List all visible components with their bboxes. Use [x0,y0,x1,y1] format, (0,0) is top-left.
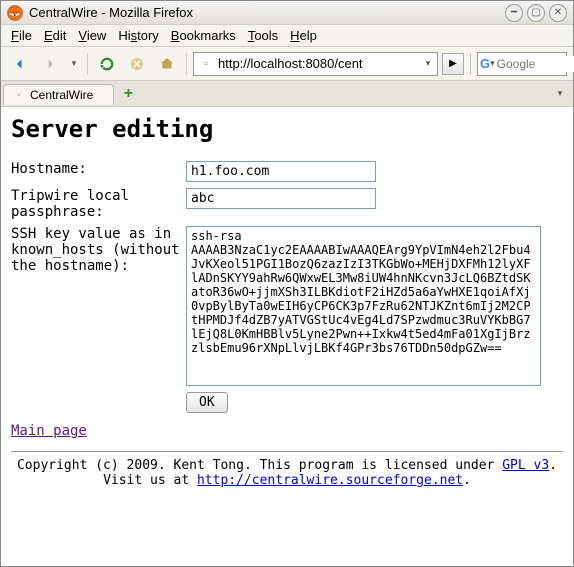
gpl-link[interactable]: GPL v3 [502,458,549,473]
hostname-input[interactable] [186,161,376,182]
ok-button[interactable]: OK [186,392,228,413]
passphrase-input[interactable] [186,188,376,209]
go-button[interactable]: ▶ [442,53,464,75]
back-button[interactable] [7,51,33,77]
separator [470,53,471,75]
site-link[interactable]: http://centralwire.sourceforge.net [197,473,463,488]
separator [186,53,187,75]
page-favicon: ▫ [198,56,214,72]
url-dropdown[interactable]: ▾ [421,58,435,69]
window-title: CentralWire - Mozilla Firefox [29,5,501,20]
menu-history[interactable]: History [114,27,162,44]
sshkey-label: SSH key value as in known_hosts (without… [11,226,186,274]
forward-button[interactable] [37,51,63,77]
menu-help[interactable]: Help [286,27,321,44]
search-box[interactable]: G ▾ [477,52,567,76]
search-input[interactable] [495,56,574,72]
nav-dropdown[interactable]: ▾ [67,58,81,69]
tab-centralwire[interactable]: ▫ CentralWire [3,84,114,105]
titlebar: 🦊 CentralWire - Mozilla Firefox ━ ▢ ✕ [1,1,573,25]
page-title: Server editing [11,115,563,143]
url-input[interactable] [216,56,421,71]
menubar: File Edit View History Bookmarks Tools H… [1,25,573,47]
close-button[interactable]: ✕ [549,4,567,22]
footer: Copyright (c) 2009. Kent Tong. This prog… [11,458,563,488]
toolbar: ▾ ▫ ▾ ▶ G ▾ [1,47,573,81]
page-content: Server editing Hostname: Tripwire local … [1,107,573,566]
home-button[interactable] [154,51,180,77]
menu-tools[interactable]: Tools [244,27,282,44]
menu-view[interactable]: View [74,27,110,44]
hostname-label: Hostname: [11,161,186,177]
firefox-icon: 🦊 [7,5,23,21]
google-icon: G [480,56,490,71]
sshkey-textarea[interactable] [186,226,541,386]
firefox-window: 🦊 CentralWire - Mozilla Firefox ━ ▢ ✕ Fi… [0,0,574,567]
maximize-button[interactable]: ▢ [527,4,545,22]
minimize-button[interactable]: ━ [505,4,523,22]
divider [11,451,563,452]
new-tab-button[interactable]: + [118,85,138,103]
tab-label: CentralWire [30,88,93,102]
main-page-link[interactable]: Main page [11,423,87,439]
menu-bookmarks[interactable]: Bookmarks [167,27,240,44]
stop-button[interactable] [124,51,150,77]
passphrase-label: Tripwire local passphrase: [11,188,186,220]
copyright-text: Copyright (c) 2009. Kent Tong. This prog… [17,458,502,473]
tab-favicon: ▫ [12,88,26,102]
tab-list-button[interactable]: ▾ [551,88,569,99]
url-box[interactable]: ▫ ▾ [193,52,438,76]
separator [87,53,88,75]
copyright-end: . [463,473,471,488]
menu-file[interactable]: File [7,27,36,44]
menu-edit[interactable]: Edit [40,27,70,44]
reload-button[interactable] [94,51,120,77]
tabbar: ▫ CentralWire + ▾ [1,81,573,107]
